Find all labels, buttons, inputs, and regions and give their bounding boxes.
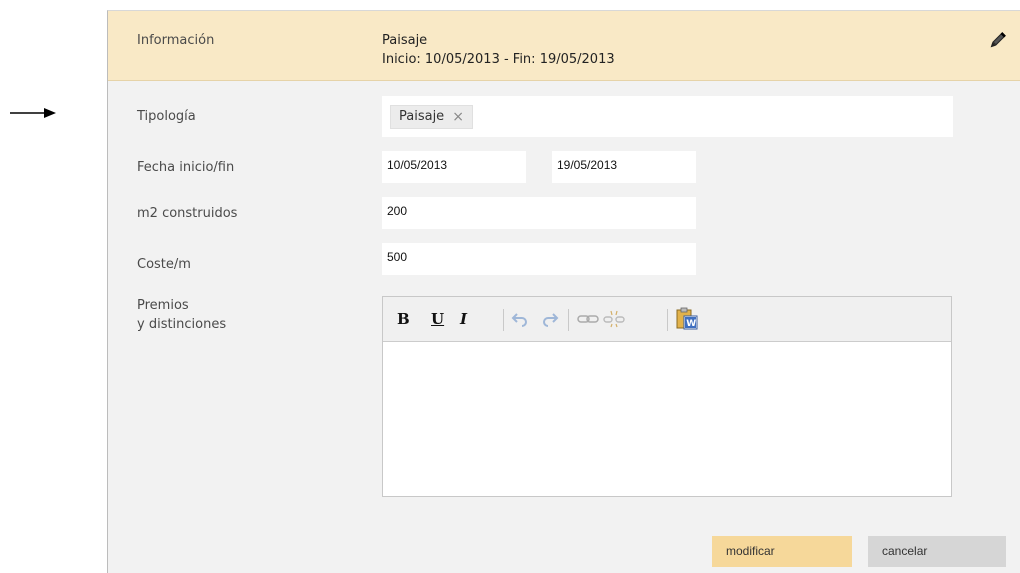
m2-label: m2 construidos <box>137 206 238 221</box>
premios-label-line2: y distinciones <box>137 317 227 332</box>
arrow-right-icon <box>10 108 56 118</box>
tag-label: Paisaje <box>399 109 445 124</box>
editor-content-area[interactable] <box>383 342 951 496</box>
info-label: Información <box>137 33 215 48</box>
info-header: Información Paisaje Inicio: 10/05/2013 -… <box>108 11 1020 81</box>
tipologia-tag-input[interactable]: Paisaje × <box>382 96 953 137</box>
tag-remove-icon[interactable]: × <box>452 105 464 129</box>
coste-label: Coste/m <box>137 257 191 272</box>
underline-button[interactable]: U <box>431 309 444 329</box>
fecha-inicio-value: 10/05/2013 <box>387 158 448 172</box>
tipologia-label: Tipología <box>137 109 196 124</box>
pencil-icon[interactable] <box>987 31 1007 51</box>
details-panel: Información Paisaje Inicio: 10/05/2013 -… <box>107 10 1020 573</box>
cancelar-button[interactable]: cancelar <box>868 536 1006 567</box>
fecha-inicio-input[interactable]: 10/05/2013 <box>382 151 526 183</box>
coste-input[interactable]: 500 <box>382 243 696 275</box>
m2-value: 200 <box>387 204 408 218</box>
coste-value: 500 <box>387 250 408 264</box>
italic-button[interactable]: I <box>460 309 467 329</box>
fecha-fin-value: 19/05/2013 <box>557 158 618 172</box>
tag-chip: Paisaje × <box>390 105 473 129</box>
link-icon[interactable] <box>577 309 599 329</box>
fecha-fin-input[interactable]: 19/05/2013 <box>552 151 696 183</box>
paste-from-word-icon[interactable]: W <box>675 307 699 331</box>
project-dates: Inicio: 10/05/2013 - Fin: 19/05/2013 <box>382 52 615 67</box>
toolbar-divider <box>667 309 668 331</box>
undo-icon[interactable] <box>511 309 529 329</box>
editor-toolbar: B U I W <box>383 297 951 342</box>
fecha-label: Fecha inicio/fin <box>137 160 235 175</box>
svg-text:W: W <box>686 319 696 329</box>
toolbar-divider <box>568 309 569 331</box>
premios-label-line1: Premios <box>137 298 189 313</box>
redo-icon[interactable] <box>541 309 559 329</box>
unlink-icon[interactable] <box>603 309 625 329</box>
toolbar-divider <box>503 309 504 331</box>
bold-button[interactable]: B <box>397 309 410 329</box>
rich-text-editor: B U I W <box>382 296 952 497</box>
project-title: Paisaje <box>382 33 428 48</box>
m2-input[interactable]: 200 <box>382 197 696 229</box>
modificar-button[interactable]: modificar <box>712 536 852 567</box>
